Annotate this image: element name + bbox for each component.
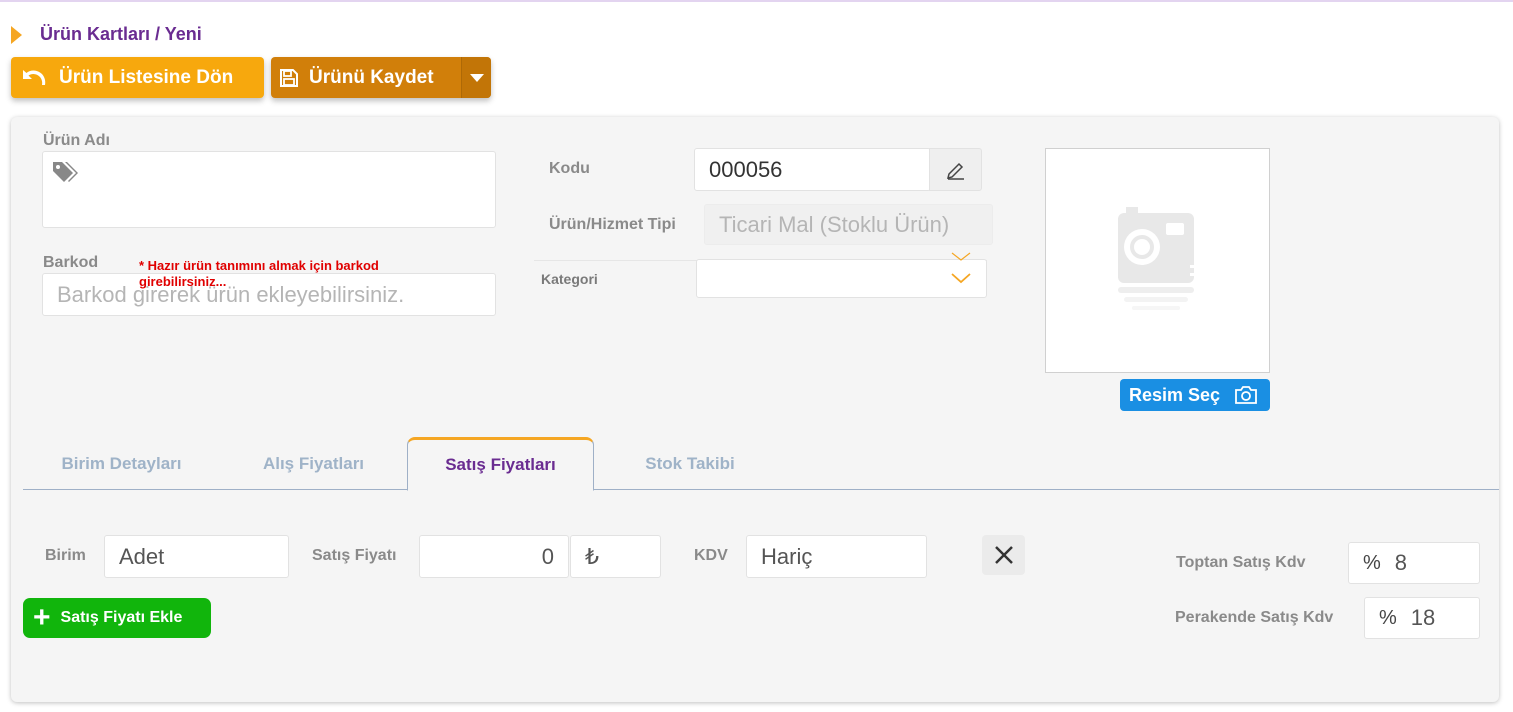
sale-price-value: 0 bbox=[541, 543, 554, 569]
unit-value: Adet bbox=[119, 543, 165, 569]
wholesale-vat-field[interactable]: % 8 bbox=[1348, 542, 1480, 584]
tab-birim-detaylari[interactable]: Birim Detayları bbox=[43, 437, 200, 490]
tab-stok-takibi[interactable]: Stok Takibi bbox=[625, 437, 755, 490]
tab-label: Birim Detayları bbox=[61, 453, 182, 473]
product-tabs: Birim Detayları Alış Fiyatları Satış Fiy… bbox=[23, 437, 1499, 491]
page-title: Ürün Kartları / Yeni bbox=[40, 24, 202, 44]
select-image-label: Resim Seç bbox=[1129, 384, 1221, 405]
caret-right-icon bbox=[11, 25, 22, 44]
product-name-field[interactable] bbox=[42, 151, 496, 228]
code-label: Kodu bbox=[549, 160, 590, 177]
sale-price-field[interactable]: 0 bbox=[419, 535, 569, 578]
add-sale-price-label: Satış Fiyatı Ekle bbox=[60, 609, 183, 626]
tab-label: Alış Fiyatları bbox=[262, 453, 365, 473]
currency-symbol: ₺ bbox=[585, 543, 599, 569]
select-image-button[interactable]: Resim Seç bbox=[1120, 379, 1270, 411]
retail-vat-value: 18 bbox=[1410, 605, 1436, 630]
wholesale-vat-value: 8 bbox=[1394, 550, 1408, 575]
unit-label: Birim bbox=[45, 547, 86, 564]
camera-placeholder-icon bbox=[1118, 207, 1196, 310]
tag-icon bbox=[51, 160, 79, 192]
add-sale-price-button[interactable]: + Satış Fiyatı Ekle bbox=[23, 598, 211, 638]
type-label: Ürün/Hizmet Tipi bbox=[549, 216, 676, 233]
tab-alis-fiyatlari[interactable]: Alış Fiyatları bbox=[245, 437, 382, 490]
pencil-icon bbox=[946, 162, 964, 180]
floppy-disk-icon bbox=[279, 68, 299, 88]
barcode-warning: * Hazır ürün tanımını almak için barkod … bbox=[43, 258, 443, 290]
camera-icon bbox=[1234, 385, 1258, 405]
chevron-down-icon bbox=[469, 73, 484, 82]
category-label: Kategori bbox=[541, 271, 598, 287]
vat-label: KDV bbox=[694, 547, 728, 564]
chevron-down-icon bbox=[951, 252, 971, 284]
barcode-warning-text: * Hazır ürün tanımını almak için barkod … bbox=[139, 258, 379, 289]
product-image-preview bbox=[1045, 148, 1270, 373]
close-icon bbox=[994, 546, 1013, 564]
remove-price-button[interactable] bbox=[982, 535, 1025, 575]
edit-code-button[interactable] bbox=[929, 148, 982, 191]
type-value: Ticari Mal (Stoklu Ürün) bbox=[719, 211, 950, 237]
save-product-button[interactable]: Ürünü Kaydet bbox=[271, 57, 491, 98]
currency-select[interactable]: ₺ bbox=[570, 535, 661, 578]
tab-satis-fiyatlari[interactable]: Satış Fiyatları bbox=[407, 437, 594, 491]
back-to-list-button[interactable]: Ürün Listesine Dön bbox=[11, 57, 264, 98]
product-name-label: Ürün Adı bbox=[43, 132, 110, 149]
back-button-label: Ürün Listesine Dön bbox=[59, 66, 234, 88]
unit-field[interactable]: Adet bbox=[104, 535, 289, 578]
vat-value: Hariç bbox=[761, 543, 813, 569]
wholesale-vat-label: Toptan Satış Kdv bbox=[1176, 554, 1306, 571]
breadcrumb: Ürün Kartları / Yeni bbox=[11, 24, 202, 45]
retail-vat-field[interactable]: % 18 bbox=[1364, 597, 1480, 639]
product-form-panel: Ürün Adı Barkod Barkod girerek ürün ekle… bbox=[11, 117, 1499, 702]
tab-label: Stok Takibi bbox=[645, 453, 735, 473]
plus-icon: + bbox=[33, 601, 51, 634]
save-options-dropdown[interactable] bbox=[461, 57, 491, 98]
sale-price-label: Satış Fiyatı bbox=[312, 547, 397, 564]
type-field: Ticari Mal (Stoklu Ürün) bbox=[704, 204, 993, 245]
save-button-label: Ürünü Kaydet bbox=[309, 66, 434, 88]
percent-sign: % bbox=[1379, 606, 1397, 629]
code-field[interactable]: 000056 bbox=[694, 148, 931, 191]
tab-label: Satış Fiyatları bbox=[445, 455, 556, 474]
category-select[interactable] bbox=[696, 252, 987, 298]
code-value: 000056 bbox=[709, 156, 783, 182]
percent-sign: % bbox=[1363, 551, 1381, 574]
retail-vat-label: Perakende Satış Kdv bbox=[1175, 609, 1334, 626]
undo-arrow-icon bbox=[19, 67, 47, 89]
vat-select[interactable]: Hariç bbox=[746, 535, 927, 578]
